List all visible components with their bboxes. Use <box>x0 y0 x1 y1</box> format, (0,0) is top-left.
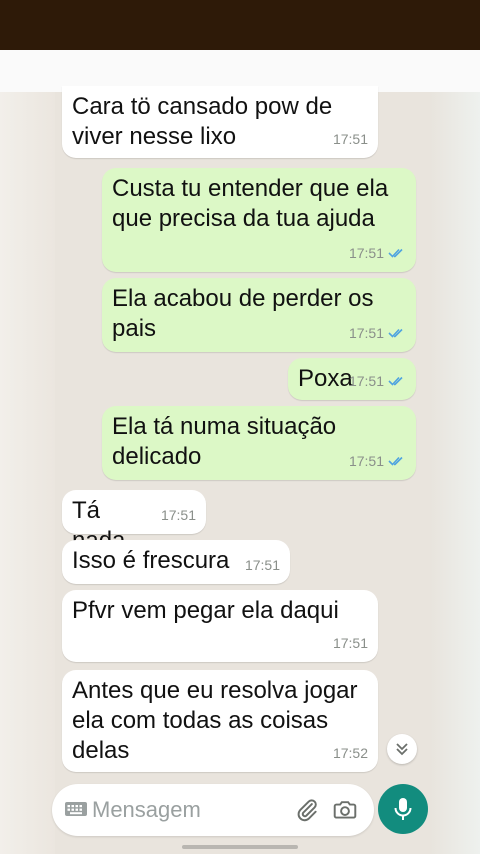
message-time: 17:51 <box>160 507 196 523</box>
message-incoming[interactable]: Isso é frescura 17:51 <box>62 540 290 584</box>
message-text: Custa tu entender que ela que precisa da… <box>112 175 389 232</box>
message-text: Antes que eu resolva jogar ela com todas… <box>72 677 358 764</box>
home-indicator[interactable] <box>182 845 298 849</box>
message-incoming[interactable]: Pfvr vem pegar ela daqui 17:51 <box>62 590 378 662</box>
message-incoming[interactable]: Cara tö cansado pow de viver nesse lixo … <box>62 86 378 158</box>
message-time: 17:52 <box>332 745 368 761</box>
message-incoming[interactable]: Tá nada 17:51 <box>62 490 206 554</box>
message-time: 17:51 <box>332 131 368 147</box>
message-time: 17:51 <box>348 325 384 341</box>
scroll-to-bottom-button[interactable] <box>387 734 417 764</box>
camera-icon[interactable] <box>332 797 358 823</box>
message-time: 17:51 <box>348 245 384 261</box>
message-time: 17:51 <box>348 373 384 389</box>
message-time: 17:51 <box>348 453 384 469</box>
message-text: Cara tö cansado pow de viver nesse lixo <box>72 93 333 150</box>
microphone-icon <box>394 798 412 820</box>
message-outgoing[interactable]: Ela tá numa situação delicado 17:51 <box>102 406 416 480</box>
message-input[interactable] <box>92 792 292 828</box>
message-composer <box>52 784 374 836</box>
message-outgoing[interactable]: Poxa 17:51 <box>288 358 416 400</box>
read-receipt-icon <box>388 248 403 258</box>
message-outgoing[interactable]: Ela acabou de perder os pais 17:51 <box>102 278 416 352</box>
paperclip-icon[interactable] <box>294 797 320 823</box>
voice-message-button[interactable] <box>378 784 428 834</box>
read-receipt-icon <box>388 376 403 386</box>
read-receipt-icon <box>388 456 403 466</box>
status-bar <box>0 0 480 50</box>
read-receipt-icon <box>388 328 403 338</box>
message-text: Pfvr vem pegar ela daqui <box>72 597 339 624</box>
message-outgoing[interactable]: Custa tu entender que ela que precisa da… <box>102 168 416 272</box>
chevron-double-down-icon <box>396 743 408 756</box>
message-time: 17:51 <box>244 557 280 573</box>
message-incoming[interactable]: Antes que eu resolva jogar ela com todas… <box>62 670 378 772</box>
message-text: Isso é frescura <box>72 547 230 574</box>
message-text: Poxa <box>298 365 353 392</box>
message-time: 17:51 <box>332 635 368 651</box>
keyboard-icon[interactable] <box>64 800 88 820</box>
